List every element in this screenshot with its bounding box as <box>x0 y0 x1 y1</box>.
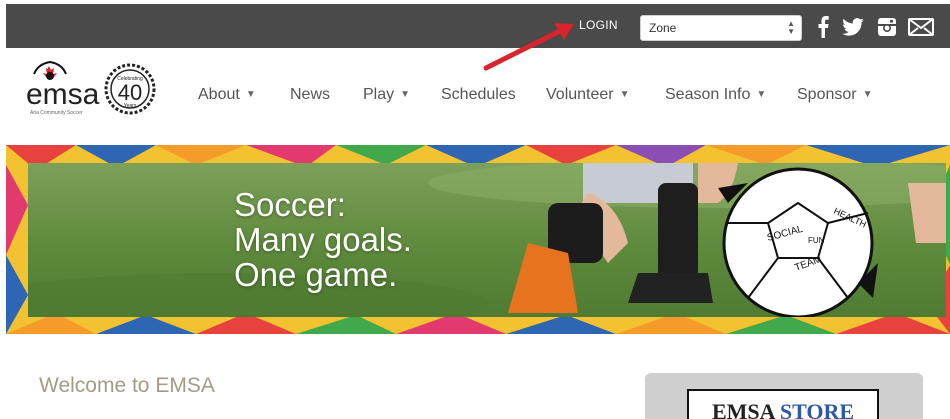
mail-icon[interactable] <box>906 14 936 40</box>
nav-item-sponsor[interactable]: Sponsor ▼ <box>797 86 873 104</box>
ball-word-fun: FUN <box>808 236 825 245</box>
nav-label: Schedules <box>441 86 516 103</box>
nav-item-season-info[interactable]: Season Info ▼ <box>665 86 766 104</box>
store-label-part2: STORE <box>779 399 855 419</box>
nav-label: Volunteer <box>546 86 614 103</box>
chevron-down-icon: ▼ <box>756 89 767 100</box>
facebook-icon[interactable] <box>810 14 836 40</box>
chevron-down-icon: ▼ <box>245 89 256 100</box>
nav-item-schedules[interactable]: Schedules <box>441 86 516 104</box>
instagram-icon[interactable] <box>874 14 900 40</box>
store-label-part1: EMSA <box>711 399 775 419</box>
banner-headline: Soccer: Many goals. One game. <box>234 187 412 292</box>
twitter-icon[interactable] <box>840 14 866 40</box>
chevron-down-icon: ▼ <box>862 89 873 100</box>
nav-item-about[interactable]: About ▼ <box>198 86 256 104</box>
headline-line-2: Many goals. <box>234 221 412 258</box>
headline-line-1: Soccer: <box>234 186 346 223</box>
welcome-heading: Welcome to EMSA <box>39 374 215 397</box>
chevron-down-icon: ▼ <box>619 89 630 100</box>
select-arrows-icon: ▲ ▼ <box>787 19 795 36</box>
nav-label: Play <box>363 86 395 103</box>
logo-wordmark: emsa <box>26 78 100 111</box>
zone-select-value: Zone <box>649 21 677 35</box>
zone-select[interactable]: Zone ▲ ▼ <box>640 15 802 41</box>
badge-bottom-text: Years <box>124 103 137 109</box>
nav-item-volunteer[interactable]: Volunteer ▼ <box>546 86 630 104</box>
store-link[interactable]: EMSA STORE <box>687 389 879 419</box>
hero-banner[interactable]: HEALTH SOCIAL FUN TEAM Soccer: Many goal… <box>6 145 950 334</box>
annotation-arrow-icon <box>483 23 574 71</box>
nav-label: About <box>198 86 240 103</box>
chevron-down-icon: ▼ <box>400 89 411 100</box>
headline-line-3: One game. <box>234 256 398 293</box>
banner-photo: HEALTH SOCIAL FUN TEAM Soccer: Many goal… <box>28 163 946 317</box>
nav-label: Season Info <box>665 86 751 103</box>
nav-label: Sponsor <box>797 86 857 103</box>
nav-item-news[interactable]: News <box>290 86 330 104</box>
site-logo[interactable]: emsa Aria Community Soccer Celebrating 4… <box>24 54 164 126</box>
nav-item-play[interactable]: Play ▼ <box>363 86 410 104</box>
store-panel: EMSA STORE <box>645 373 923 419</box>
nav-label: News <box>290 86 331 103</box>
logo-tagline: Aria Community Soccer <box>30 110 83 116</box>
badge-number: 40 <box>118 80 142 105</box>
soccer-scene-illustration: HEALTH SOCIAL FUN TEAM <box>28 163 946 317</box>
login-link[interactable]: LOGIN <box>579 18 618 32</box>
